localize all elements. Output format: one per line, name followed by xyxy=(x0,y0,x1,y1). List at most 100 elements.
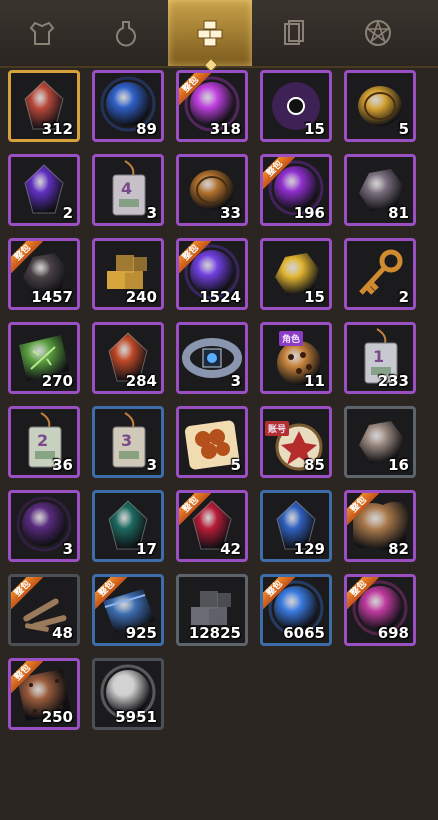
tab-materials[interactable] xyxy=(168,0,252,73)
item-count: 3 xyxy=(146,456,157,474)
bundle-ribbon: 整包 xyxy=(263,157,295,189)
item-count: 12825 xyxy=(188,624,241,642)
inventory-slot-rainbow-orb[interactable]: 整包 698 xyxy=(344,574,416,646)
inventory-slot-tag-4[interactable]: 43 xyxy=(92,154,164,226)
bundle-ribbon-label: 整包 xyxy=(11,241,43,273)
potion-icon xyxy=(116,21,136,47)
inventory-slot-gold-nuggets[interactable]: 15 xyxy=(260,238,332,310)
item-count: 5 xyxy=(230,456,241,474)
inventory-slot-gold-coin[interactable]: 5 xyxy=(344,70,416,142)
item-count: 3 xyxy=(62,540,73,558)
bundle-ribbon: 整包 xyxy=(179,73,211,105)
cubes-icon xyxy=(197,20,223,47)
inventory-slot-purple-energy-orb[interactable]: 整包 318 xyxy=(176,70,248,142)
bundle-ribbon: 整包 xyxy=(11,241,43,273)
inventory-tab-bar xyxy=(0,0,438,73)
bundle-ribbon-label: 整包 xyxy=(347,493,379,525)
armor-icon xyxy=(29,21,55,45)
item-count: 284 xyxy=(125,372,157,390)
bundle-ribbon: 整包 xyxy=(11,661,43,693)
inventory-slot-cookie[interactable]: 角色 11 xyxy=(260,322,332,394)
item-count: 5 xyxy=(398,120,409,138)
inventory-slot-copper-plate[interactable]: 整包 250 xyxy=(8,658,80,730)
bundle-ribbon: 整包 xyxy=(179,241,211,273)
bundle-ribbon-label: 整包 xyxy=(179,73,211,105)
inventory-slot-blue-gold-orb[interactable]: 89 xyxy=(92,70,164,142)
inventory-slot-blue-sapphire[interactable]: 129 xyxy=(260,490,332,562)
bundle-ribbon-label: 整包 xyxy=(11,661,43,693)
item-count: 89 xyxy=(136,120,157,138)
item-count: 11 xyxy=(304,372,325,390)
item-count: 15 xyxy=(304,120,325,138)
inventory-slot-silver-bracelet[interactable]: 3 xyxy=(176,322,248,394)
inventory-slot-dark-star-orb[interactable]: 15 xyxy=(260,70,332,142)
inventory-slot-green-leaf-scroll[interactable]: 270 xyxy=(8,322,80,394)
bundle-ribbon: 整包 xyxy=(11,577,43,609)
item-count: 2 xyxy=(62,204,73,222)
character-tag: 角色 xyxy=(279,331,304,346)
tag-number-label: 4 xyxy=(121,179,133,198)
inventory-slot-purple-energy-orb-2[interactable]: 整包 196 xyxy=(260,154,332,226)
inventory-grid: 312 89 整包 318 15 5 2 4 3 33 整包 196 81 整包 1457 240 整包 1524… xyxy=(8,70,430,730)
item-count: 36 xyxy=(52,456,73,474)
bundle-ribbon-label: 整包 xyxy=(263,577,295,609)
item-count: 42 xyxy=(220,540,241,558)
inventory-slot-red-crystal[interactable]: 312 xyxy=(8,70,80,142)
cards-icon xyxy=(284,20,304,45)
item-count: 6065 xyxy=(283,624,325,642)
bundle-ribbon: 整包 xyxy=(347,493,379,525)
item-count: 250 xyxy=(41,708,73,726)
inventory-slot-tag-2[interactable]: 2 36 xyxy=(8,406,80,478)
inventory-slot-blue-cloth[interactable]: 整包 925 xyxy=(92,574,164,646)
item-count: 5951 xyxy=(115,708,157,726)
bundle-ribbon-label: 整包 xyxy=(11,577,43,609)
item-count: 698 xyxy=(377,624,409,642)
item-count: 85 xyxy=(304,456,325,474)
inventory-slot-black-ore[interactable]: 整包 1457 xyxy=(8,238,80,310)
item-count: 16 xyxy=(388,456,409,474)
bundle-ribbon: 整包 xyxy=(347,577,379,609)
inventory-slot-blue-energy-orb[interactable]: 整包 6065 xyxy=(260,574,332,646)
item-count: 925 xyxy=(125,624,157,642)
tab-cards[interactable] xyxy=(252,0,336,66)
inventory-slot-tag-1[interactable]: 1 233 xyxy=(344,322,416,394)
inventory-slot-wood-sticks[interactable]: 整包 48 xyxy=(8,574,80,646)
inventory-slot-tag-3[interactable]: 33 xyxy=(92,406,164,478)
item-count: 17 xyxy=(136,540,157,558)
tab-consumables[interactable] xyxy=(84,0,168,66)
inventory-slot-white-energy-orb[interactable]: 5951 xyxy=(92,658,164,730)
tab-rune[interactable] xyxy=(336,0,420,66)
inventory-slot-bronze-seal[interactable]: 33 xyxy=(176,154,248,226)
inventory-slot-red-fire-gem[interactable]: 284 xyxy=(92,322,164,394)
item-count: 240 xyxy=(125,288,157,306)
inventory-slot-teal-gem[interactable]: 17 xyxy=(92,490,164,562)
tab-equipment[interactable] xyxy=(0,0,84,66)
item-count: 3 xyxy=(230,372,241,390)
inventory-slot-gold-cubes[interactable]: 240 xyxy=(92,238,164,310)
bundle-ribbon-label: 整包 xyxy=(179,493,211,525)
item-count: 233 xyxy=(377,372,409,390)
inventory-slot-purple-gem-ring[interactable]: 2 xyxy=(8,154,80,226)
item-count: 33 xyxy=(220,204,241,222)
inventory-slot-leather-hide[interactable]: 整包 82 xyxy=(344,490,416,562)
item-count: 318 xyxy=(209,120,241,138)
inventory-slot-meat-dish[interactable]: 5 xyxy=(176,406,248,478)
inventory-slot-gold-key[interactable]: 2 xyxy=(344,238,416,310)
inventory-slot-emblem-badge[interactable]: 账号 85 xyxy=(260,406,332,478)
inventory-slot-gray-stone[interactable]: 81 xyxy=(344,154,416,226)
inventory-slot-rough-stone[interactable]: 16 xyxy=(344,406,416,478)
item-count: 48 xyxy=(52,624,73,642)
inventory-slot-purple-energy-orb-3[interactable]: 整包 1524 xyxy=(176,238,248,310)
item-count: 270 xyxy=(41,372,73,390)
item-count: 312 xyxy=(41,120,73,138)
inventory-slot-gray-cubes[interactable]: 12825 xyxy=(176,574,248,646)
inventory-slot-purple-sphere[interactable]: 3 xyxy=(8,490,80,562)
tag-number-label: 3 xyxy=(121,431,133,450)
bundle-ribbon-label: 整包 xyxy=(179,241,211,273)
bundle-ribbon: 整包 xyxy=(179,493,211,525)
inventory-slot-ruby[interactable]: 整包 42 xyxy=(176,490,248,562)
item-count: 196 xyxy=(293,204,325,222)
item-count: 15 xyxy=(304,288,325,306)
bundle-ribbon-label: 整包 xyxy=(263,157,295,189)
bundle-ribbon: 整包 xyxy=(95,577,127,609)
